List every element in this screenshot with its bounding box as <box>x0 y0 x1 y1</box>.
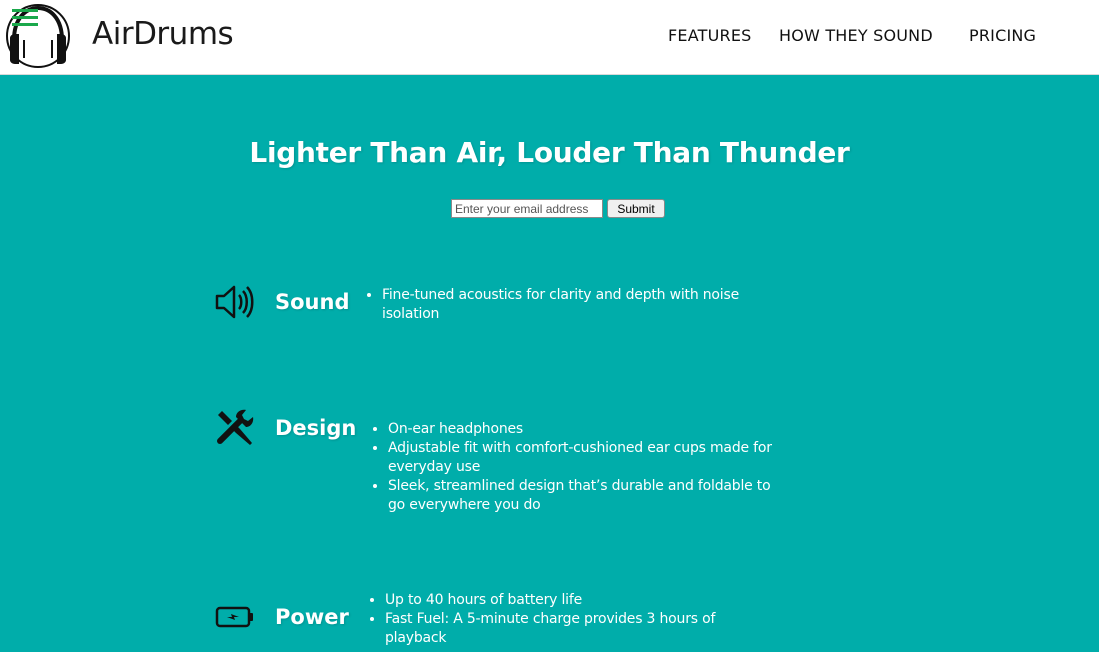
list-item: Up to 40 hours of battery life <box>385 591 767 610</box>
list-item: Sleek, streamlined design that’s durable… <box>388 477 785 515</box>
feature-list-power: Up to 40 hours of battery life Fast Fuel… <box>367 591 767 648</box>
nav-pricing-link[interactable]: PRICING <box>969 26 1036 45</box>
hamburger-menu-icon[interactable] <box>12 8 38 28</box>
feature-list-sound: Fine-tuned acoustics for clarity and dep… <box>364 286 764 324</box>
nav-how-they-sound-link[interactable]: HOW THEY SOUND <box>779 26 933 45</box>
site-header: AirDrums FEATURES HOW THEY SOUND PRICING <box>0 0 1099 75</box>
email-input[interactable] <box>451 199 603 218</box>
submit-button[interactable]: Submit <box>607 199 665 218</box>
battery-charging-icon <box>214 596 256 638</box>
feature-title-design: Design <box>275 416 357 440</box>
tools-icon <box>214 407 256 449</box>
feature-list-design: On-ear headphones Adjustable fit with co… <box>370 420 785 515</box>
brand-name: AirDrums <box>92 16 234 52</box>
hero-title: Lighter Than Air, Louder Than Thunder <box>249 136 850 169</box>
speaker-volume-icon <box>214 281 256 323</box>
nav-features-link[interactable]: FEATURES <box>668 26 751 45</box>
list-item: Adjustable fit with comfort-cushioned ea… <box>388 439 785 477</box>
list-item: On-ear headphones <box>388 420 785 439</box>
list-item: Fast Fuel: A 5-minute charge provides 3 … <box>385 610 767 648</box>
feature-title-power: Power <box>275 605 349 629</box>
feature-title-sound: Sound <box>275 290 350 314</box>
list-item: Fine-tuned acoustics for clarity and dep… <box>382 286 764 324</box>
